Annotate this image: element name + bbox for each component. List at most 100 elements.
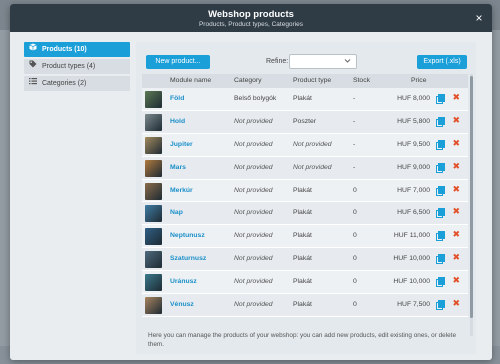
product-category: Not provided (234, 209, 273, 217)
product-price: HUF 10,000 (393, 278, 430, 286)
product-stock: 0 (353, 209, 357, 217)
delete-icon[interactable]: ✖ (452, 229, 460, 240)
new-product-button[interactable]: New product... (146, 55, 210, 69)
product-price: HUF 9,000 (397, 163, 430, 171)
tag-icon (28, 59, 37, 74)
product-thumbnail (145, 205, 162, 223)
delete-icon[interactable]: ✖ (452, 138, 460, 149)
table-row[interactable]: Föld Belső bolygók Plakát - HUF 8,000 ✖ (142, 88, 468, 111)
product-stock: 0 (353, 278, 357, 286)
sidebar-item-categories[interactable]: Categories (2) (24, 76, 130, 91)
header-price[interactable]: Price (411, 77, 427, 84)
header-product-type[interactable]: Product type (293, 77, 331, 84)
product-name-link[interactable]: Neptunusz (170, 232, 205, 239)
table-row[interactable]: Nap Not provided Plakát 0 HUF 6,500 ✖ (142, 202, 468, 226)
product-thumbnail (145, 274, 162, 292)
header-stock[interactable]: Stock (353, 77, 370, 84)
product-thumbnail (145, 182, 162, 200)
product-category: Not provided (234, 301, 273, 309)
product-thumbnail (145, 91, 162, 108)
product-type: Plakát (293, 209, 312, 217)
product-category: Belső bolygók (234, 95, 277, 102)
product-price: HUF 7,500 (397, 301, 430, 309)
product-thumbnail (145, 297, 162, 315)
product-price: HUF 11,000 (393, 232, 430, 240)
delete-icon[interactable]: ✖ (452, 184, 460, 195)
duplicate-icon[interactable] (436, 185, 445, 196)
product-stock: - (353, 95, 356, 102)
table-row[interactable]: Hold Not provided Poszter - HUF 5,800 ✖ (142, 110, 468, 134)
product-category: Not provided (234, 232, 273, 240)
table-row[interactable]: Uránusz Not provided Plakát 0 HUF 10,000 ✖ (142, 271, 468, 295)
duplicate-icon[interactable] (436, 162, 445, 173)
modal-title: Webshop products (208, 9, 294, 20)
chevron-down-icon (344, 57, 351, 66)
scrollbar-thumb[interactable] (470, 76, 473, 318)
product-category: Not provided (234, 140, 273, 148)
table-row[interactable]: Mars Not provided Not provided - HUF 9,000 ✖ (142, 156, 468, 180)
product-name-link[interactable]: Vénusz (170, 301, 194, 308)
table-row[interactable]: Jupiter Not provided Not provided - HUF 9,50… (142, 133, 468, 157)
refine-select[interactable] (289, 54, 357, 69)
products-table: Module name Category Product type Stock … (142, 74, 468, 317)
sidebar-item-product-types[interactable]: Product types (4) (24, 59, 130, 74)
product-name-link[interactable]: Uránusz (170, 278, 197, 285)
product-category: Not provided (234, 117, 273, 125)
delete-icon[interactable]: ✖ (452, 92, 460, 103)
product-category: Not provided (234, 278, 273, 286)
product-thumbnail (145, 136, 162, 154)
table-row[interactable]: Szaturnusz Not provided Plakát 0 HUF 10,000 ✖ (142, 248, 468, 272)
products-panel: New product... Refine: Export (.xls) Mod… (136, 42, 476, 354)
product-price: HUF 6,500 (397, 209, 430, 217)
product-name-link[interactable]: Jupiter (170, 141, 193, 148)
product-name-link[interactable]: Föld (170, 95, 184, 102)
product-type: Not provided (293, 140, 332, 148)
product-type: Plakát (293, 186, 312, 194)
table-body: Föld Belső bolygók Plakát - HUF 8,000 ✖ Hold No… (142, 88, 468, 317)
header-category[interactable]: Category (234, 77, 262, 84)
scrollbar[interactable] (470, 74, 473, 336)
duplicate-icon[interactable] (436, 231, 445, 242)
modal-header: Webshop products Products, Product types… (10, 4, 492, 32)
product-name-link[interactable]: Merkúr (170, 187, 193, 194)
export-xls-button[interactable]: Export (.xls) (417, 55, 467, 69)
product-price: HUF 9,500 (397, 140, 430, 148)
webshop-products-modal: Webshop products Products, Product types… (10, 4, 492, 360)
product-stock: - (353, 163, 356, 171)
product-type: Plakát (293, 95, 312, 102)
sidebar-item-products[interactable]: Products (10) (24, 42, 130, 57)
product-category: Not provided (234, 186, 273, 194)
product-name-link[interactable]: Hold (170, 118, 185, 125)
product-thumbnail (145, 251, 162, 269)
header-module-name[interactable]: Module name (170, 77, 211, 84)
table-row[interactable]: Neptunusz Not provided Plakát 0 HUF 11,000 ✖ (142, 225, 468, 249)
duplicate-icon[interactable] (436, 139, 445, 150)
duplicate-icon[interactable] (436, 300, 445, 311)
table-row[interactable]: Merkúr Not provided Plakát 0 HUF 7,000 ✖ (142, 179, 468, 203)
table-header: Module name Category Product type Stock … (142, 74, 468, 88)
product-stock: 0 (353, 255, 357, 263)
duplicate-icon[interactable] (436, 116, 445, 127)
delete-icon[interactable]: ✖ (452, 298, 460, 309)
product-stock: 0 (353, 301, 357, 309)
duplicate-icon[interactable] (436, 94, 445, 104)
delete-icon[interactable]: ✖ (452, 275, 460, 286)
product-stock: - (353, 140, 356, 148)
delete-icon[interactable]: ✖ (452, 206, 460, 217)
duplicate-icon[interactable] (436, 277, 445, 288)
delete-icon[interactable]: ✖ (452, 252, 460, 263)
duplicate-icon[interactable] (436, 208, 445, 219)
product-name-link[interactable]: Nap (170, 209, 183, 216)
delete-icon[interactable]: ✖ (452, 161, 460, 172)
table-row[interactable]: Vénusz Not provided Plakát 0 HUF 7,500 ✖ (142, 294, 468, 317)
product-price: HUF 10,000 (393, 255, 430, 263)
product-stock: - (353, 117, 356, 125)
delete-icon[interactable]: ✖ (452, 115, 460, 126)
sidebar-item-label: Product types (4) (41, 63, 96, 70)
close-icon[interactable]: × (472, 11, 486, 25)
product-name-link[interactable]: Szaturnusz (170, 255, 206, 262)
product-thumbnail (145, 228, 162, 246)
duplicate-icon[interactable] (436, 254, 445, 265)
product-name-link[interactable]: Mars (170, 164, 186, 171)
box-icon (28, 42, 37, 57)
